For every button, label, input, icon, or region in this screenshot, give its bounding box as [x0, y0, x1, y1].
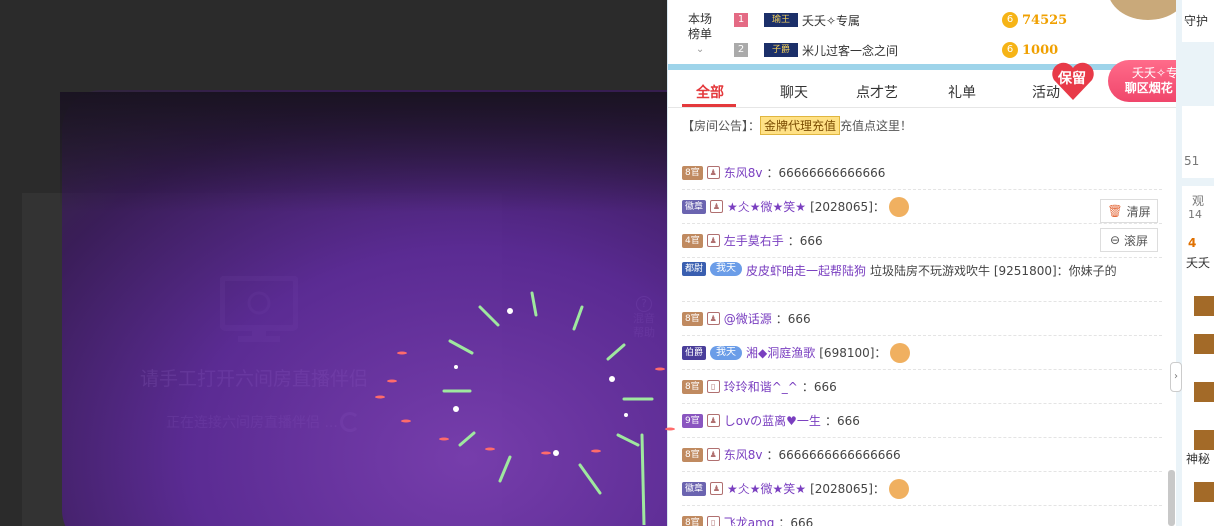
scroll-screen-button[interactable]: ⊖ 滚屏	[1100, 228, 1158, 252]
rank-score: 1000	[1022, 42, 1059, 58]
chat-scrollbar[interactable]	[1168, 470, 1175, 526]
help-label: 混音帮助	[633, 312, 655, 339]
rank-score: 74525	[1022, 12, 1068, 28]
tab-underline	[682, 104, 736, 107]
rank-badge: 瑜王	[764, 13, 798, 27]
user-icon: ♟	[710, 200, 724, 213]
rank-badge: 子爵	[764, 43, 798, 57]
chat-message: 8官 ♟ 东风8v ：66666666666666	[682, 156, 1162, 190]
chat-message: 8官 ♟ 东风8v ：6666666666666666	[682, 438, 1162, 472]
app-root: 请手工打开六间房直播伴侣 正在连接六间房直播伴侣 ... ? 混音帮助 本场 榜…	[0, 0, 1214, 526]
chat-message: 8官 ▯ 飞龙amq ：666	[682, 506, 1162, 526]
video-placeholder	[22, 193, 502, 526]
phone-icon: ▯	[706, 380, 720, 393]
chat-messages: 8官 ♟ 东风8v ：66666666666666 徽章 ♟ ★仌★微★笑★ […	[682, 156, 1162, 526]
recharge-link[interactable]: 充值点这里！	[840, 119, 912, 133]
chat-message: 4官 ♟ 左手莫右手 ：666	[682, 224, 1162, 258]
chat-message: 徽章 ♟ ★仌★微★笑★ [2028065]：	[682, 472, 1162, 506]
rank-row[interactable]: 1 瑜王 夭夭✧专属 6 74525	[734, 9, 1067, 31]
ranking-label[interactable]: 本场 榜单 ⌄	[688, 12, 712, 57]
chat-message: 9官 ♟ しovの蓝离♥一生 ：666	[682, 404, 1162, 438]
gift-icon	[890, 342, 911, 363]
avatar[interactable]	[1194, 430, 1214, 450]
phone-icon: ▯	[706, 516, 720, 526]
avatar[interactable]	[1194, 334, 1214, 354]
chat-message: 都尉 我天 皮皮虾咱走一起帮陆狗 垃圾陆房不玩游戏吹牛 [9251800]：你妹…	[682, 258, 1162, 302]
right-sidebar: 守护 51 观 14 4 夭夭 神秘	[1176, 0, 1214, 526]
fan-badge: 我天	[710, 262, 743, 276]
minus-circle-icon: ⊖	[1109, 233, 1121, 247]
rank-name: 米儿过客一念之间	[802, 43, 899, 58]
coin-icon: 6	[1002, 42, 1018, 58]
clear-screen-button[interactable]: 🗑 清屏	[1100, 199, 1158, 223]
mix-help-button[interactable]: ? 混音帮助	[628, 296, 660, 340]
video-title: 请手工打开六间房直播伴侣	[140, 368, 369, 390]
question-icon: ?	[636, 296, 652, 312]
avatar[interactable]	[1194, 482, 1214, 502]
guard-card: 51	[1182, 106, 1214, 178]
tab-talent[interactable]: 点才艺	[856, 82, 898, 102]
session-ranking: 本场 榜单 ⌄ 1 瑜王 夭夭✧专属 6 74525 2 子爵 米儿过客一念之间…	[668, 0, 1177, 70]
keep-button[interactable]: 保留	[1050, 62, 1094, 102]
gift-icon	[888, 196, 909, 217]
chat-message: 8官 ▯ 玲玲和谐^_^ ：666	[682, 370, 1162, 404]
gold-agent-button[interactable]: 金牌代理充值	[760, 116, 841, 135]
chat-message: 8官 ♟ @微话源 ：666	[682, 302, 1162, 336]
chevron-down-icon: ⌄	[695, 44, 705, 55]
avatar[interactable]	[1194, 382, 1214, 402]
chat-tabs: 全部 聊天 点才艺 礼单 活动	[668, 76, 1177, 108]
coin-icon: 6	[1002, 12, 1018, 28]
fan-badge: 我天	[710, 345, 743, 360]
room-notice: 【房间公告】： 金牌代理充值 充值点这里！	[682, 116, 912, 135]
tv-icon	[220, 276, 298, 342]
user-icon: ♟	[706, 166, 720, 179]
tab-gifts[interactable]: 礼单	[948, 82, 976, 102]
viewer-list: 观 14 4 夭夭 神秘	[1182, 186, 1214, 526]
guard-header: 守护	[1182, 0, 1214, 42]
user-icon: ♟	[710, 482, 724, 495]
video-subtitle: 正在连接六间房直播伴侣 ...	[166, 415, 338, 431]
user-icon: ♟	[706, 312, 720, 325]
user-icon: ♟	[706, 448, 720, 461]
avatar[interactable]	[1194, 296, 1214, 316]
user-icon: ♟	[706, 234, 720, 247]
chat-message: 徽章 ♟ ★仌★微★笑★ [2028065]：	[682, 190, 1162, 224]
rank-row[interactable]: 2 子爵 米儿过客一念之间 6 1000	[734, 39, 1058, 61]
loading-spinner-icon	[340, 412, 360, 432]
chevron-right-icon[interactable]: ›	[1170, 362, 1182, 392]
tab-all[interactable]: 全部	[696, 82, 724, 102]
user-icon: ♟	[706, 414, 720, 427]
chat-message: 伯爵 我天 湘◆洞庭渔歌 [698100]：	[682, 336, 1162, 370]
video-player[interactable]: 请手工打开六间房直播伴侣 正在连接六间房直播伴侣 ... ? 混音帮助	[0, 0, 662, 526]
gift-icon	[888, 478, 909, 499]
trash-icon: 🗑	[1107, 204, 1123, 218]
tab-chat[interactable]: 聊天	[780, 82, 808, 102]
chat-panel: 本场 榜单 ⌄ 1 瑜王 夭夭✧专属 6 74525 2 子爵 米儿过客一念之间…	[667, 0, 1177, 526]
rank-name: 夭夭✧专属	[802, 13, 861, 28]
